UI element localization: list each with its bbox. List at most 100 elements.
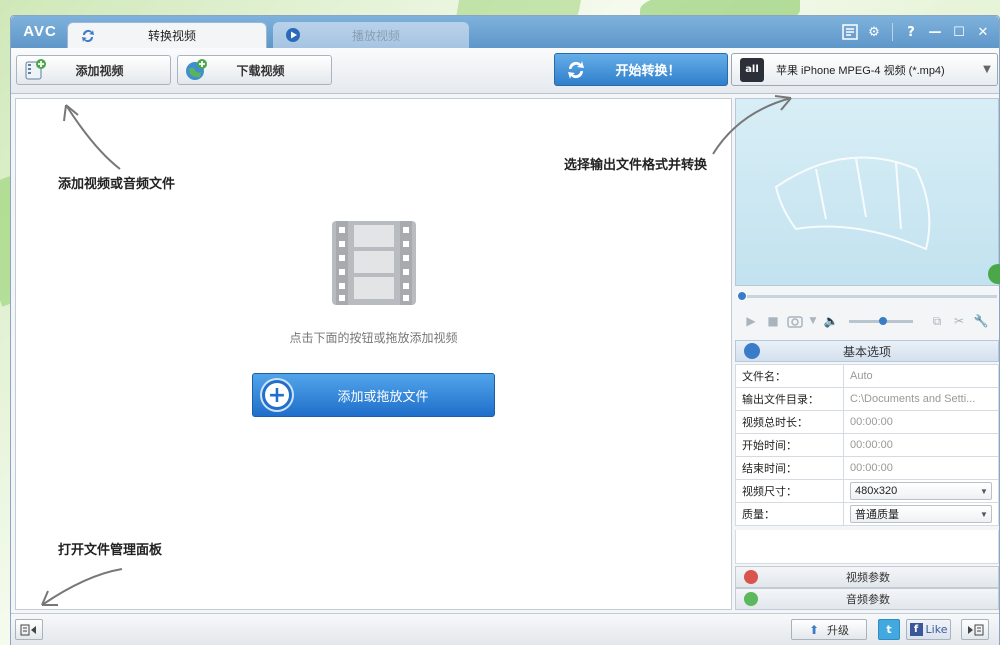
video-size-value: 480x320	[855, 485, 898, 497]
gear-icon[interactable]: ⚙	[864, 22, 884, 42]
snapshot-icon[interactable]: ⧉	[929, 313, 945, 329]
film-icon	[744, 570, 758, 584]
file-name-field[interactable]: Auto	[843, 364, 999, 388]
film-strip-icon	[332, 221, 416, 305]
right-panel: ▶ ■ ▼ 🔈 ⧉ ✂ 🔧 基本选项 文件名： Auto 输出文件目录： C:\…	[735, 98, 1000, 610]
start-time-field[interactable]: 00:00:00	[843, 433, 999, 457]
quality-value: 普通质量	[855, 509, 899, 521]
option-key: 视频总时长：	[735, 410, 844, 434]
separator	[892, 23, 893, 41]
maximize-button[interactable]: ☐	[949, 22, 969, 42]
output-format-value: 苹果 iPhone MPEG-4 视频 (*.mp4)	[776, 64, 945, 77]
tab-label: 转换视频	[147, 29, 196, 43]
tab-label: 播放视频	[351, 28, 400, 43]
toolbar: 添加视频 下载视频 开始转换！ all 苹果 iPhone MPEG-4 视频 …	[11, 48, 999, 94]
file-list-area[interactable]: 添加视频或音频文件 点击下面的按钮或拖放添加视频 + 添加或拖放文件 打开文件管…	[15, 98, 732, 610]
table-row: 视频尺寸： 480x320 ▼	[735, 479, 999, 503]
table-row: 质量： 普通质量 ▼	[735, 502, 999, 526]
status-bar: ⬆ 升级 t f Like	[11, 613, 999, 645]
options-icon	[744, 343, 760, 359]
option-key: 质量：	[735, 502, 844, 526]
quality-select[interactable]: 普通质量 ▼	[850, 505, 992, 523]
option-key: 结束时间：	[735, 456, 844, 480]
facebook-icon: f	[909, 623, 923, 636]
facebook-like-button[interactable]: f Like	[906, 619, 951, 640]
table-row: 视频总时长： 00:00:00	[735, 410, 999, 434]
player-controls: ▶ ■ ▼ 🔈 ⧉ ✂ 🔧	[735, 306, 999, 336]
basic-options-table: 文件名： Auto 输出文件目录： C:\Documents and Setti…	[735, 364, 999, 526]
download-video-label: 下载视频	[236, 63, 285, 78]
add-or-drop-file-button[interactable]: + 添加或拖放文件	[252, 373, 495, 417]
download-video-button[interactable]: 下载视频	[177, 55, 332, 85]
duration-field: 00:00:00	[843, 410, 999, 434]
minimize-button[interactable]: —	[925, 22, 945, 42]
annotation-open-panel: 打开文件管理面板	[58, 543, 163, 558]
twitter-button[interactable]: t	[878, 619, 900, 640]
refresh-icon	[82, 30, 94, 43]
start-convert-label: 开始转换！	[615, 64, 681, 79]
app-logo: AVC	[23, 23, 57, 40]
tab-play-video[interactable]: 播放视频	[273, 22, 469, 48]
chevron-down-icon: ▼	[983, 64, 991, 75]
preview-panel-toggle-button[interactable]	[961, 619, 989, 640]
stop-icon[interactable]: ■	[765, 313, 781, 329]
seek-track	[739, 295, 997, 298]
seek-handle[interactable]	[737, 291, 747, 301]
output-format-select[interactable]: all 苹果 iPhone MPEG-4 视频 (*.mp4) ▼	[731, 53, 998, 86]
help-button[interactable]: ?	[901, 22, 921, 42]
audio-params-section[interactable]: 音频参数	[735, 588, 999, 610]
close-button[interactable]: ✕	[973, 22, 993, 42]
camera-icon[interactable]	[787, 313, 803, 329]
drop-hint-text: 点击下面的按钮或拖放添加视频	[289, 331, 458, 345]
option-key: 开始时间：	[735, 433, 844, 457]
format-all-icon: all	[740, 57, 764, 82]
plus-icon: +	[262, 380, 292, 410]
video-params-label: 视频参数	[846, 571, 890, 584]
annotation-arrow-icon	[41, 568, 123, 606]
add-video-button[interactable]: 添加视频	[16, 55, 171, 85]
options-empty-area	[735, 530, 999, 564]
title-bar: AVC 转换视频 播放视频 ⚙ ? — ☐ ✕	[11, 16, 999, 48]
volume-slider[interactable]	[849, 316, 913, 325]
video-size-select[interactable]: 480x320 ▼	[850, 482, 992, 500]
option-key: 视频尺寸：	[735, 479, 844, 503]
annotation-arrow-icon	[63, 104, 121, 170]
arrow-up-icon: ⬆	[808, 622, 820, 637]
output-folder-field[interactable]: C:\Documents and Setti...	[843, 387, 999, 411]
wrench-icon[interactable]: 🔧	[973, 313, 989, 329]
chevron-down-icon: ▼	[980, 509, 988, 519]
volume-icon[interactable]: 🔈	[823, 313, 839, 329]
panel-left-icon	[20, 624, 36, 635]
play-icon	[286, 28, 300, 42]
seek-bar[interactable]	[735, 288, 999, 304]
play-icon[interactable]: ▶	[743, 313, 759, 329]
scissors-icon[interactable]: ✂	[951, 313, 967, 329]
add-video-label: 添加视频	[75, 63, 124, 78]
speaker-icon	[744, 592, 758, 606]
end-time-field[interactable]: 00:00:00	[843, 456, 999, 480]
audio-params-label: 音频参数	[846, 593, 890, 606]
window-controls: ⚙ ? — ☐ ✕	[840, 22, 993, 42]
add-or-drop-label: 添加或拖放文件	[337, 389, 429, 405]
start-convert-button[interactable]: 开始转换！	[554, 53, 728, 86]
tab-convert-video[interactable]: 转换视频	[67, 22, 267, 48]
table-row: 结束时间： 00:00:00	[735, 456, 999, 480]
video-params-section[interactable]: 视频参数	[735, 566, 999, 588]
like-label: Like	[925, 623, 948, 636]
basic-options-header[interactable]: 基本选项	[735, 340, 999, 362]
convert-icon	[568, 60, 584, 79]
app-window: AVC 转换视频 播放视频 ⚙ ? — ☐ ✕ 添加视频 下载视频 开始转换！ …	[10, 15, 1000, 645]
option-key: 输出文件目录：	[735, 387, 844, 411]
skin-icon[interactable]	[840, 22, 860, 42]
add-film-icon	[25, 59, 46, 80]
volume-handle[interactable]	[879, 316, 887, 325]
file-panel-toggle-button[interactable]	[15, 619, 43, 640]
panel-right-icon	[968, 624, 984, 635]
table-row: 开始时间： 00:00:00	[735, 433, 999, 457]
basic-options-title: 基本选项	[842, 344, 891, 359]
chevron-down-icon: ▼	[980, 486, 988, 496]
chevron-down-icon[interactable]: ▼	[809, 313, 817, 329]
upgrade-button[interactable]: ⬆ 升级	[791, 619, 867, 640]
upgrade-label: 升级	[827, 623, 850, 637]
annotation-arrow-icon	[712, 95, 792, 155]
